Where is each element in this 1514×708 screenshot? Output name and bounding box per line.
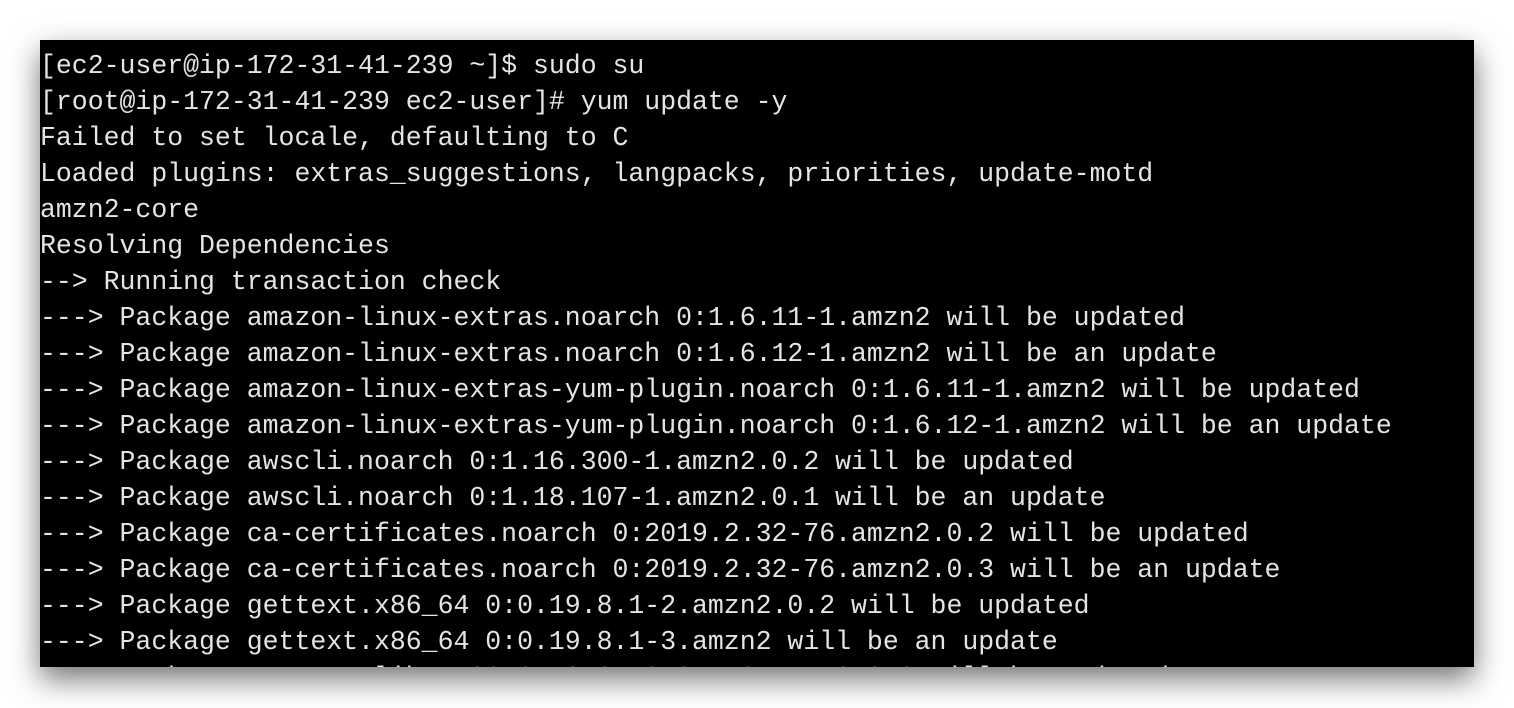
terminal-line: ---> Package awscli.noarch 0:1.18.107-1.… xyxy=(40,483,1106,513)
terminal-line: ---> Package awscli.noarch 0:1.16.300-1.… xyxy=(40,447,1074,477)
terminal-line: --> Running transaction check xyxy=(40,267,502,297)
terminal-line: Resolving Dependencies xyxy=(40,231,390,261)
terminal-line: ---> Package gettext.x86_64 0:0.19.8.1-2… xyxy=(40,591,1090,621)
terminal-line: ---> Package ca-certificates.noarch 0:20… xyxy=(40,519,1249,549)
terminal-line: [ec2-user@ip-172-31-41-239 ~]$ sudo su xyxy=(40,51,645,81)
terminal-line: [root@ip-172-31-41-239 ec2-user]# yum up… xyxy=(40,87,788,117)
terminal-output: [ec2-user@ip-172-31-41-239 ~]$ sudo su [r… xyxy=(40,48,1392,667)
terminal-line: ---> Package amazon-linux-extras.noarch … xyxy=(40,303,1185,333)
terminal-window[interactable]: [ec2-user@ip-172-31-41-239 ~]$ sudo su [r… xyxy=(40,40,1474,667)
terminal-line: ---> Package amazon-linux-extras-yum-plu… xyxy=(40,411,1392,441)
terminal-line: Failed to set locale, defaulting to C xyxy=(40,123,629,153)
terminal-line: ---> Package amazon-linux-extras-yum-plu… xyxy=(40,375,1360,405)
terminal-line: ---> Package amazon-linux-extras.noarch … xyxy=(40,339,1217,369)
terminal-line: Loaded plugins: extras_suggestions, lang… xyxy=(40,159,1154,189)
terminal-line: ---> Package gettext.x86_64 0:0.19.8.1-3… xyxy=(40,627,1058,657)
terminal-line: ---> Package ca-certificates.noarch 0:20… xyxy=(40,555,1281,585)
terminal-line: ---> Package gettext-libs.x86_64 0:0.19.… xyxy=(40,660,1392,667)
terminal-line: amzn2-core xyxy=(40,195,200,225)
